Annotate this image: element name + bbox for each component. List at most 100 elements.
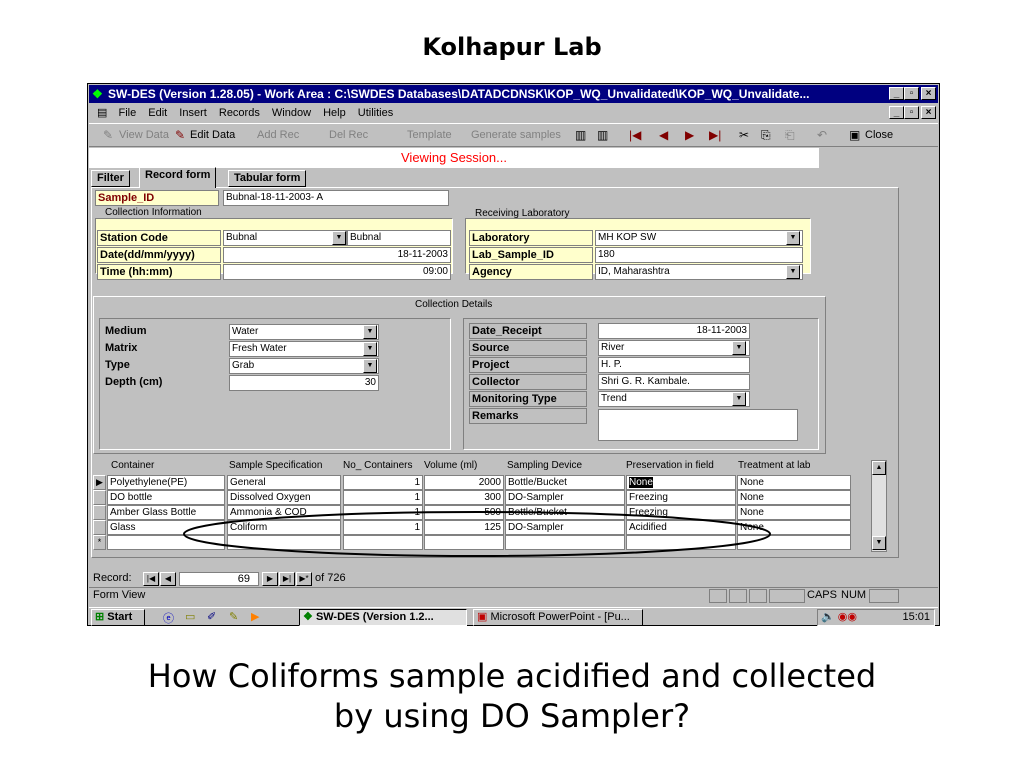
minimize-button[interactable]: _ [889, 87, 904, 100]
depth-field[interactable]: 30 [229, 375, 379, 391]
template-button[interactable]: Template [407, 129, 452, 141]
tray-icons[interactable]: ◉◉ [838, 611, 857, 623]
notepad-icon[interactable]: ✐ [207, 610, 216, 623]
laboratory-dropdown-icon[interactable]: ▼ [786, 231, 800, 245]
close-icon[interactable]: × [921, 87, 936, 100]
scroll-down-icon[interactable]: ▼ [872, 536, 886, 550]
table-row-1-device[interactable]: Bottle/Bucket [505, 475, 625, 490]
table-row-1-preservation[interactable]: None [626, 475, 736, 490]
table-row-2-device[interactable]: DO-Sampler [505, 490, 625, 505]
station-code-field[interactable]: Bubnal [223, 230, 347, 246]
undo-icon[interactable]: ↶ [817, 128, 827, 142]
save-icon[interactable]: ▣ [849, 128, 860, 142]
new-record-button[interactable]: ▶* [296, 572, 312, 586]
table-row-2-treatment[interactable]: None [737, 490, 851, 505]
medium-dropdown-icon[interactable]: ▼ [363, 325, 377, 339]
sample-id-field[interactable]: Bubnal-18-11-2003- A [223, 190, 449, 206]
new-row-selector[interactable]: * [93, 535, 106, 550]
form-view-icon[interactable]: ▥ [575, 128, 586, 142]
tab-record-form[interactable]: Record form [139, 167, 217, 188]
doc-minimize-button[interactable]: _ [889, 106, 904, 119]
menu-insert[interactable]: Insert [179, 107, 207, 119]
last-record-icon[interactable]: ▶| [709, 128, 721, 142]
next-record-button[interactable]: ▶ [262, 572, 278, 586]
station-code-dropdown-icon[interactable]: ▼ [332, 231, 346, 245]
generate-samples-button[interactable]: Generate samples [471, 129, 561, 141]
type-field[interactable]: Grab [229, 358, 379, 374]
agency-dropdown-icon[interactable]: ▼ [786, 265, 800, 279]
doc-restore-button[interactable]: ▫ [904, 106, 919, 119]
media-icon[interactable]: ▶ [251, 610, 259, 623]
copy-icon[interactable]: ⎘ [761, 128, 771, 143]
menu-file[interactable]: File [118, 107, 136, 119]
task-swdes[interactable]: ❖ SW-DES (Version 1.2... [299, 609, 467, 626]
prev-record-icon[interactable]: ◀ [659, 128, 668, 142]
next-record-icon[interactable]: ▶ [685, 128, 694, 142]
scroll-up-icon[interactable]: ▲ [872, 461, 886, 475]
table-row-2-spec[interactable]: Dissolved Oxygen [227, 490, 341, 505]
type-dropdown-icon[interactable]: ▼ [363, 359, 377, 373]
station-name-field[interactable]: Bubnal [347, 230, 451, 246]
table-row-2-volume[interactable]: 300 [424, 490, 504, 505]
tab-tabular-form[interactable]: Tabular form [228, 170, 307, 187]
date-receipt-field[interactable]: 18-11-2003 [598, 323, 750, 339]
del-rec-button[interactable]: Del Rec [329, 129, 368, 141]
project-field[interactable]: H. P. [598, 357, 750, 373]
menu-utilities[interactable]: Utilities [358, 107, 393, 119]
task-powerpoint[interactable]: ▣ Microsoft PowerPoint - [Pu... [473, 609, 643, 626]
folder-icon[interactable]: ▭ [185, 610, 195, 623]
date-field[interactable]: 18-11-2003 [223, 247, 451, 263]
tab-filter[interactable]: Filter [91, 170, 130, 187]
edit-data-button[interactable]: Edit Data [190, 129, 235, 141]
last-record-button[interactable]: ▶| [279, 572, 295, 586]
cut-icon[interactable]: ✂ [739, 128, 749, 142]
view-data-button[interactable]: View Data [119, 129, 169, 141]
matrix-dropdown-icon[interactable]: ▼ [363, 342, 377, 356]
start-button[interactable]: ⊞ Start [91, 609, 145, 626]
window-titlebar[interactable]: ❖ SW-DES (Version 1.28.05) - Work Area :… [89, 85, 938, 103]
row-selector[interactable] [93, 520, 106, 535]
time-field[interactable]: 09:00 [223, 264, 451, 280]
collector-field[interactable]: Shri G. R. Kambale. [598, 374, 750, 390]
menu-window[interactable]: Window [272, 107, 311, 119]
lab-sample-id-field[interactable]: 180 [595, 247, 803, 263]
paste-icon[interactable]: ⎗ [785, 128, 795, 143]
first-record-button[interactable]: |◀ [143, 572, 159, 586]
menu-records[interactable]: Records [219, 107, 260, 119]
table-row-1-spec[interactable]: General [227, 475, 341, 490]
row-selector-current[interactable]: ▶ [93, 475, 106, 490]
maximize-button[interactable]: ▫ [904, 87, 919, 100]
monitoring-type-field[interactable]: Trend [598, 391, 750, 407]
record-number-input[interactable]: 69 [179, 572, 259, 586]
table-row-2-container[interactable]: DO bottle [107, 490, 225, 505]
remarks-field[interactable] [598, 409, 798, 441]
table-row-1-treatment[interactable]: None [737, 475, 851, 490]
medium-field[interactable]: Water [229, 324, 379, 340]
source-field[interactable]: River [598, 340, 750, 356]
document-icon[interactable]: ▤ [97, 107, 107, 119]
close-button[interactable]: Close [865, 129, 893, 141]
browser-icon[interactable]: ⓔ [163, 610, 174, 626]
table-row-2-preservation[interactable]: Freezing [626, 490, 736, 505]
first-record-icon[interactable]: |◀ [629, 128, 641, 142]
menu-edit[interactable]: Edit [148, 107, 167, 119]
monitoring-type-dropdown-icon[interactable]: ▼ [732, 392, 746, 406]
doc-close-icon[interactable]: × [921, 106, 936, 119]
table-row-1-count[interactable]: 1 [343, 475, 423, 490]
row-selector[interactable] [93, 490, 106, 505]
row-selector[interactable] [93, 505, 106, 520]
menu-help[interactable]: Help [323, 107, 346, 119]
clock[interactable]: 15:01 [902, 610, 930, 625]
pen-icon[interactable]: ✎ [229, 610, 238, 623]
prev-record-button[interactable]: ◀ [160, 572, 176, 586]
datasheet-view-icon[interactable]: ▥ [597, 128, 608, 142]
table-row-1-volume[interactable]: 2000 [424, 475, 504, 490]
table-row-1-container[interactable]: Polyethylene(PE) [107, 475, 225, 490]
matrix-field[interactable]: Fresh Water [229, 341, 379, 357]
agency-field[interactable]: ID, Maharashtra [595, 264, 803, 280]
laboratory-field[interactable]: MH KOP SW [595, 230, 803, 246]
volume-icon[interactable]: 🔈 [821, 611, 835, 623]
grid-scrollbar[interactable]: ▲ ▼ [871, 460, 887, 552]
add-rec-button[interactable]: Add Rec [257, 129, 299, 141]
source-dropdown-icon[interactable]: ▼ [732, 341, 746, 355]
